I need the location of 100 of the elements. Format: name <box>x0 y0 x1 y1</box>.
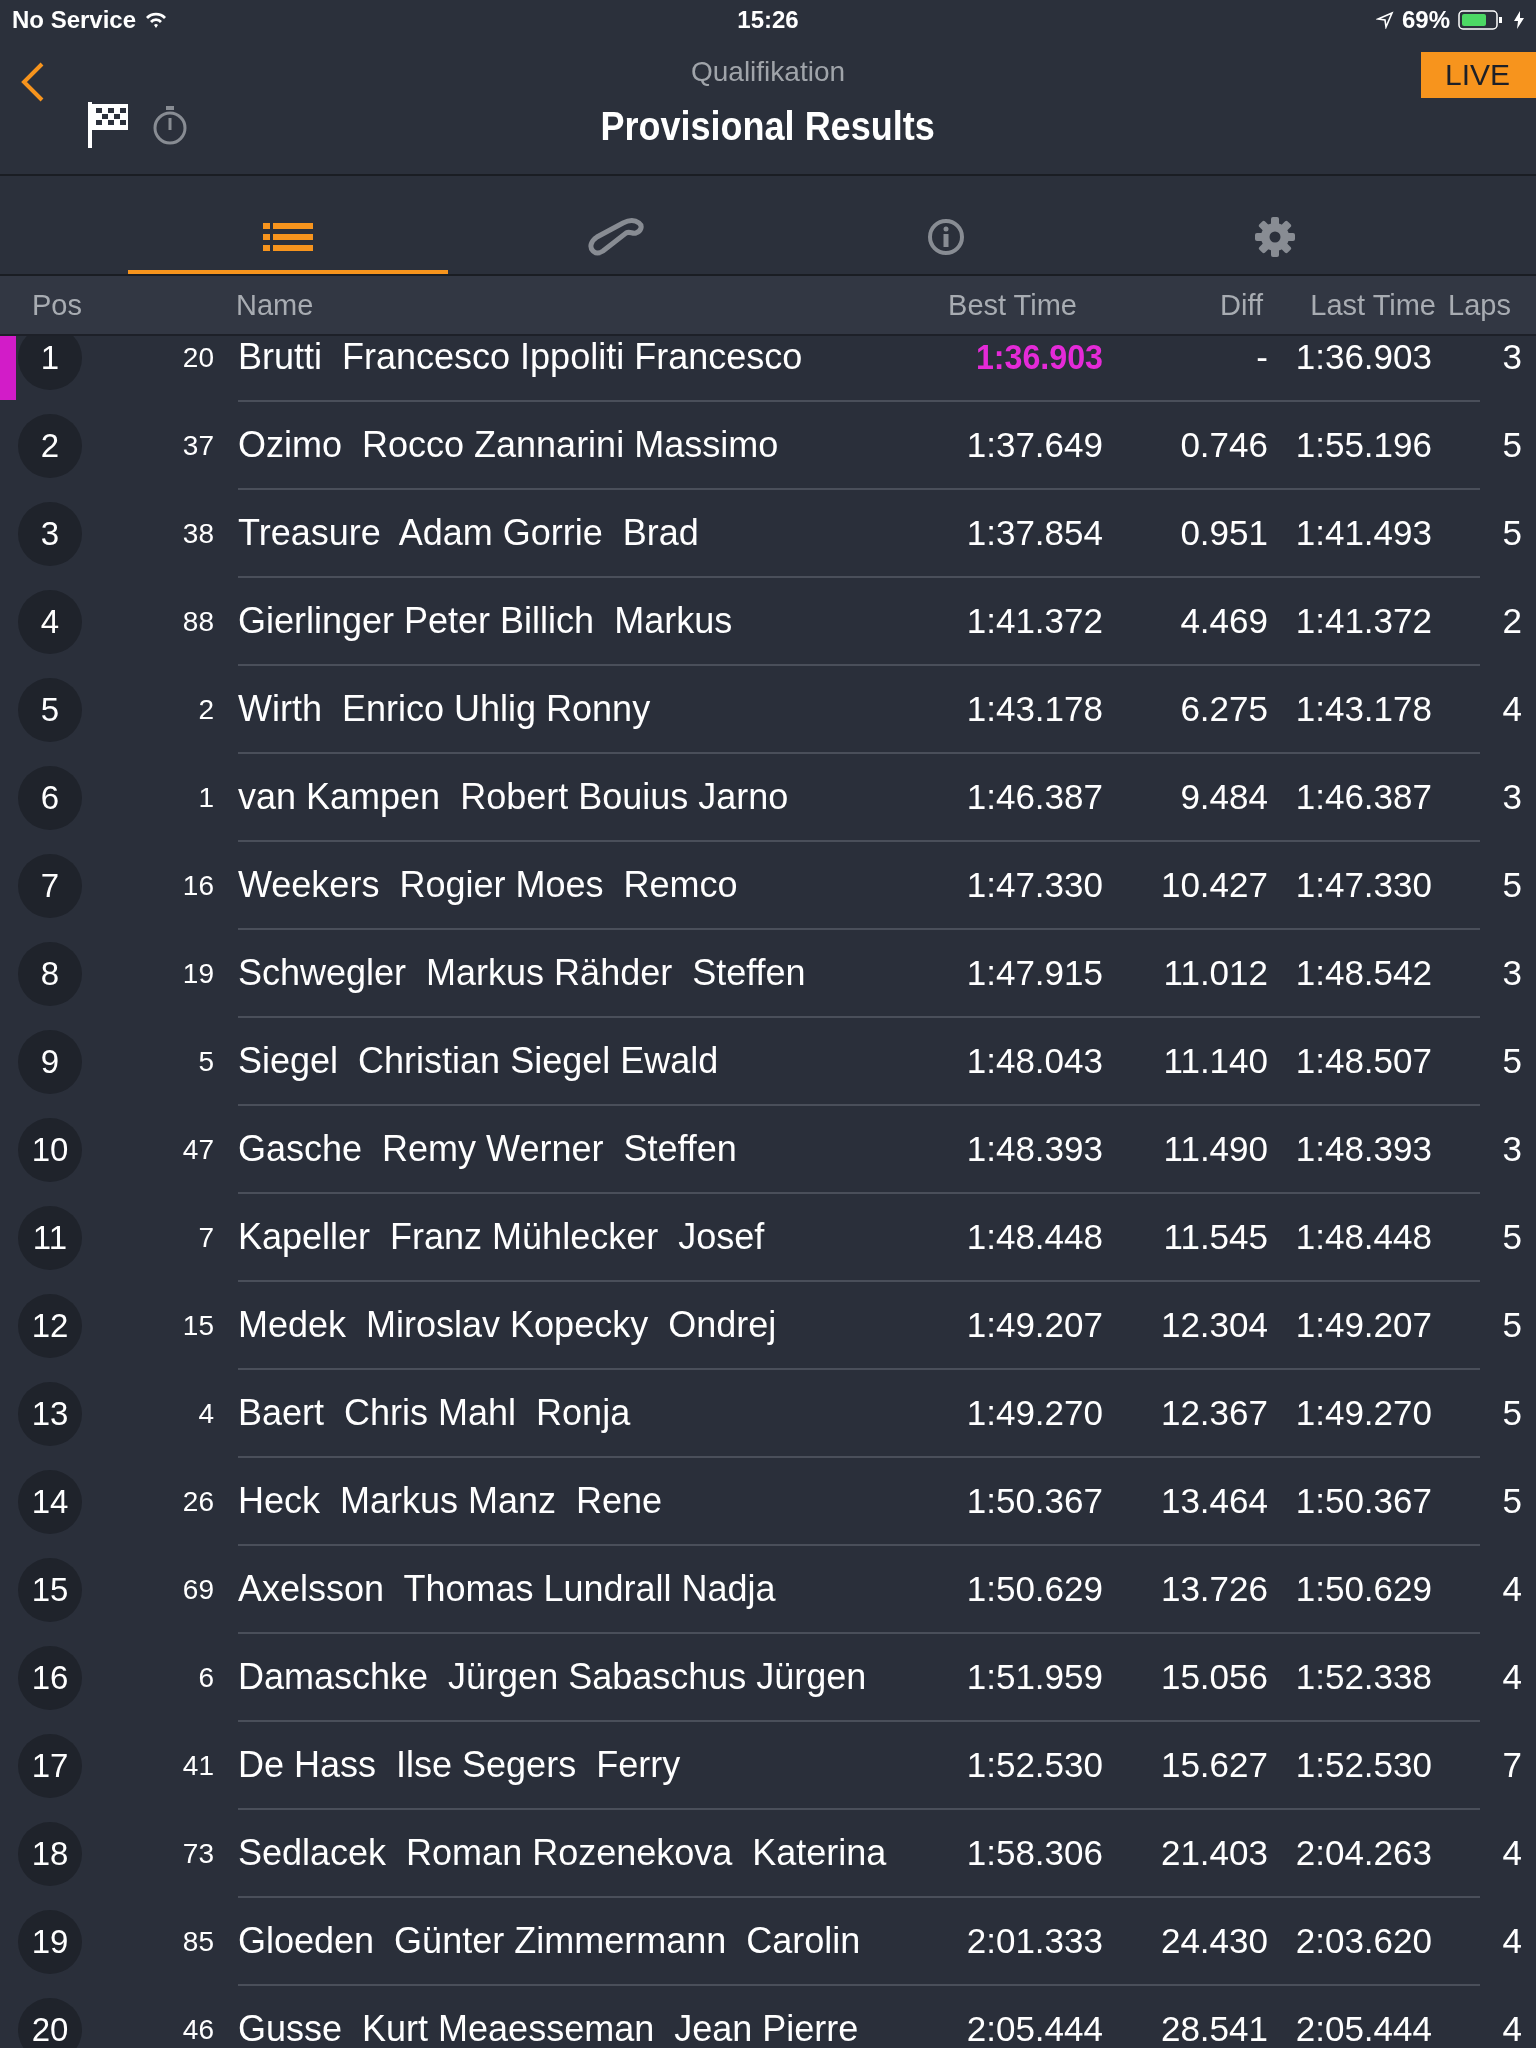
driver-names: Gloeden Günter Zimmermann Carolin <box>238 1920 862 1962</box>
lap-count: 5 <box>1501 1481 1522 1521</box>
time-diff: 11.490 <box>1162 1129 1268 1169</box>
lap-count: 5 <box>1501 1393 1522 1433</box>
position-badge: 17 <box>18 1734 82 1798</box>
driver-names: Siegel Christian Siegel Ewald <box>238 1040 720 1082</box>
car-number: 6 <box>197 1662 214 1694</box>
position-badge: 20 <box>18 1998 82 2048</box>
lap-count: 4 <box>1501 689 1522 729</box>
time-diff: 28.541 <box>1159 2009 1268 2048</box>
driver-names: Treasure Adam Gorrie Brad <box>238 512 700 554</box>
best-time: 1:50.367 <box>965 1481 1103 1521</box>
lap-count: 4 <box>1501 1921 1522 1961</box>
column-header: Diff <box>1219 288 1263 322</box>
position-badge: 2 <box>18 414 82 478</box>
column-header: Laps <box>1447 288 1512 322</box>
car-number: 15 <box>181 1310 214 1342</box>
driver-names: Gierlinger Peter Billich Markus <box>238 600 734 642</box>
position-badge: 18 <box>18 1822 82 1886</box>
car-number: 46 <box>181 2014 214 2046</box>
live-badge: LIVE <box>1420 52 1536 98</box>
driver-names: Schwegler Markus Rähder Steffen <box>238 952 807 994</box>
last-time: 1:43.178 <box>1294 689 1432 729</box>
last-time: 1:49.207 <box>1294 1305 1432 1345</box>
position-badge: 16 <box>18 1646 82 1710</box>
driver-names: Wirth Enrico Uhlig Ronny <box>238 688 652 730</box>
best-time: 1:43.178 <box>965 689 1103 729</box>
position-badge: 19 <box>18 1910 82 1974</box>
checkered-flag-icon <box>86 100 130 150</box>
last-time: 1:41.493 <box>1294 513 1432 553</box>
last-time: 1:47.330 <box>1294 865 1432 905</box>
best-time: 1:46.387 <box>965 777 1103 817</box>
time-diff: 21.403 <box>1159 1833 1268 1873</box>
time-diff: 24.430 <box>1159 1921 1268 1961</box>
column-header: Last Time <box>1309 288 1436 322</box>
page-title: Provisional Results <box>600 104 936 149</box>
best-time: 1:48.448 <box>965 1217 1103 1257</box>
car-number: 69 <box>181 1574 214 1606</box>
time-diff: 15.056 <box>1159 1657 1268 1697</box>
best-time: 1:37.649 <box>965 425 1103 465</box>
last-time: 2:04.263 <box>1294 1833 1432 1873</box>
driver-names: Kapeller Franz Mühlecker Josef <box>238 1216 766 1258</box>
charging-icon <box>1514 11 1524 29</box>
time-diff: 11.012 <box>1162 953 1268 993</box>
column-header: Best Time <box>947 288 1077 322</box>
settings-icon <box>1254 216 1296 258</box>
best-time: 1:52.530 <box>965 1745 1103 1785</box>
last-time: 1:49.270 <box>1294 1393 1432 1433</box>
driver-names: Gasche Remy Werner Steffen <box>238 1128 738 1170</box>
car-number: 41 <box>181 1750 214 1782</box>
car-number: 2 <box>197 694 214 726</box>
best-time: 1:50.629 <box>965 1569 1103 1609</box>
lap-count: 2 <box>1501 601 1522 641</box>
lap-count: 5 <box>1501 513 1522 553</box>
clock-time: 15:26 <box>737 6 799 34</box>
last-time: 1:50.629 <box>1294 1569 1432 1609</box>
time-diff: 0.746 <box>1179 425 1268 465</box>
session-subtitle: Qualifikation <box>690 56 846 88</box>
last-time: 1:48.542 <box>1294 953 1432 993</box>
driver-names: Weekers Rogier Moes Remco <box>238 864 739 906</box>
position-badge: 3 <box>18 502 82 566</box>
car-number: 7 <box>197 1222 214 1254</box>
position-badge: 4 <box>18 590 82 654</box>
last-time: 1:48.393 <box>1294 1129 1432 1169</box>
last-time: 1:55.196 <box>1294 425 1432 465</box>
lap-count: 4 <box>1501 1657 1522 1697</box>
driver-names: Gusse Kurt Meaesseman Jean Pierre <box>238 2008 860 2048</box>
time-diff: 4.469 <box>1179 601 1268 641</box>
lap-count: 5 <box>1501 865 1522 905</box>
best-time: 1:49.270 <box>965 1393 1103 1433</box>
driver-names: De Hass Ilse Segers Ferry <box>238 1744 682 1786</box>
position-badge: 7 <box>18 854 82 918</box>
location-icon <box>1375 11 1394 29</box>
driver-names: Brutti Francesco Ippoliti Francesco <box>238 336 804 378</box>
last-time: 1:48.448 <box>1294 1217 1432 1257</box>
position-badge: 14 <box>18 1470 82 1534</box>
position-badge: 15 <box>18 1558 82 1622</box>
position-badge: 1 <box>18 336 82 390</box>
position-badge: 9 <box>18 1030 82 1094</box>
last-time: 1:52.338 <box>1294 1657 1432 1697</box>
last-time: 2:03.620 <box>1294 1921 1432 1961</box>
time-diff: 11.545 <box>1162 1217 1268 1257</box>
car-number: 38 <box>181 518 214 550</box>
driver-names: Sedlacek Roman Rozenekova Katerina <box>238 1832 888 1874</box>
time-diff: 13.464 <box>1159 1481 1268 1521</box>
time-diff: - <box>1255 337 1268 377</box>
best-time: 1:37.854 <box>965 513 1103 553</box>
column-header: Pos <box>31 288 83 322</box>
position-badge: 5 <box>18 678 82 742</box>
lap-count: 3 <box>1501 777 1522 817</box>
position-badge: 8 <box>18 942 82 1006</box>
lap-count: 3 <box>1501 337 1522 377</box>
time-diff: 9.484 <box>1179 777 1268 817</box>
lap-count: 5 <box>1501 1305 1522 1345</box>
driver-names: van Kampen Robert Bouius Jarno <box>238 776 790 818</box>
car-number: 19 <box>181 958 214 990</box>
driver-names: Heck Markus Manz Rene <box>238 1480 664 1522</box>
time-diff: 11.140 <box>1162 1041 1268 1081</box>
last-time: 1:36.903 <box>1294 337 1432 377</box>
car-number: 37 <box>181 430 214 462</box>
